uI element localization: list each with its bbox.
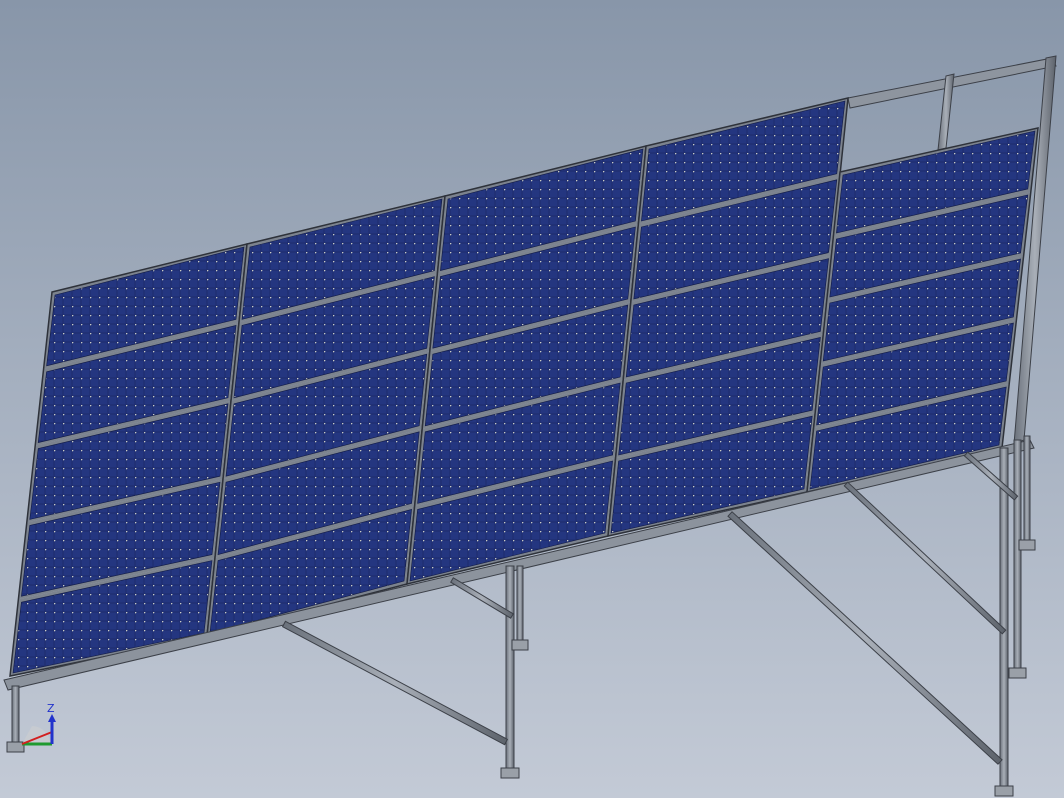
leg-footing — [500, 767, 520, 779]
z-axis-label: Z — [47, 702, 55, 715]
support-leg — [516, 565, 524, 641]
support-leg — [1013, 439, 1022, 669]
diagonal-brace — [450, 577, 514, 619]
leg-footing — [511, 639, 529, 651]
cad-viewport[interactable]: Z — [0, 0, 1064, 798]
diagonal-brace — [963, 451, 1019, 501]
diagonal-brace — [727, 511, 1003, 765]
leg-footing — [994, 785, 1014, 797]
support-leg — [1023, 435, 1031, 541]
panel-array — [9, 97, 1039, 677]
z-arrowhead-icon — [48, 714, 56, 722]
leg-footing — [1018, 539, 1036, 551]
diagonal-brace — [281, 620, 509, 746]
leg-footing — [1008, 667, 1027, 679]
solar-array-model[interactable] — [0, 0, 1064, 798]
axis-triad: Z — [21, 702, 56, 746]
support-leg — [999, 447, 1009, 787]
support-leg — [505, 565, 515, 769]
diagonal-brace — [843, 481, 1007, 635]
